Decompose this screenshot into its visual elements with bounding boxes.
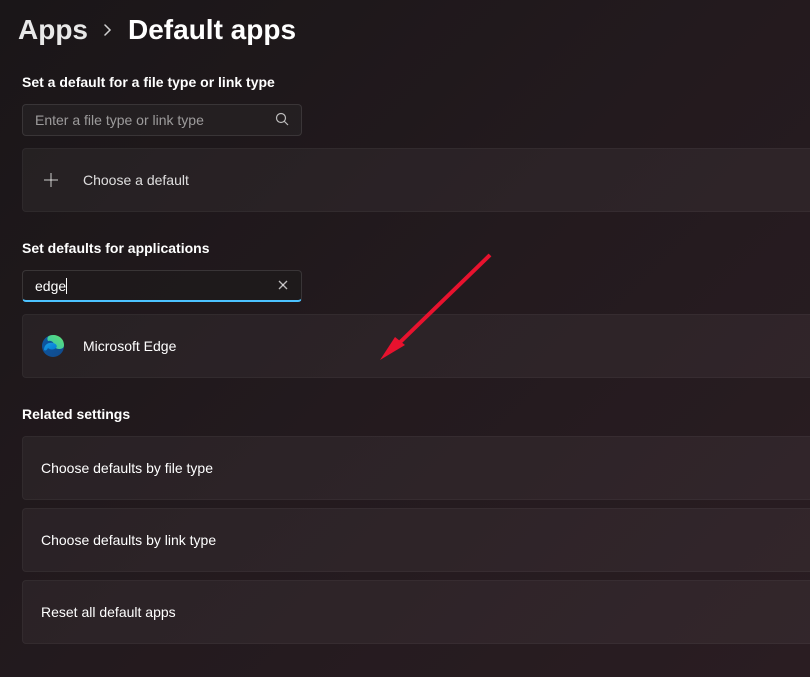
chevron-right-icon: [102, 19, 114, 42]
section-title-applications: Set defaults for applications: [22, 240, 810, 256]
search-icon: [275, 112, 289, 129]
applications-search-input[interactable]: edge: [35, 278, 277, 294]
breadcrumb: Apps Default apps: [0, 0, 810, 60]
file-type-search-input[interactable]: [35, 112, 275, 128]
choose-default-card[interactable]: Choose a default: [22, 148, 810, 212]
related-file-type[interactable]: Choose defaults by file type: [22, 436, 810, 500]
close-icon[interactable]: [277, 278, 289, 294]
app-result-edge[interactable]: Microsoft Edge: [22, 314, 810, 378]
related-item-label: Choose defaults by link type: [41, 532, 216, 548]
applications-search[interactable]: edge: [22, 270, 302, 302]
app-result-label: Microsoft Edge: [83, 338, 176, 354]
choose-default-label: Choose a default: [83, 172, 189, 188]
breadcrumb-parent[interactable]: Apps: [18, 14, 88, 46]
file-type-search[interactable]: [22, 104, 302, 136]
related-item-label: Reset all default apps: [41, 604, 176, 620]
section-title-file-type: Set a default for a file type or link ty…: [22, 74, 810, 90]
related-link-type[interactable]: Choose defaults by link type: [22, 508, 810, 572]
plus-icon: [41, 170, 61, 190]
breadcrumb-current: Default apps: [128, 14, 296, 46]
related-reset-all[interactable]: Reset all default apps: [22, 580, 810, 644]
related-item-label: Choose defaults by file type: [41, 460, 213, 476]
section-title-related: Related settings: [22, 406, 810, 422]
edge-app-icon: [41, 334, 65, 358]
